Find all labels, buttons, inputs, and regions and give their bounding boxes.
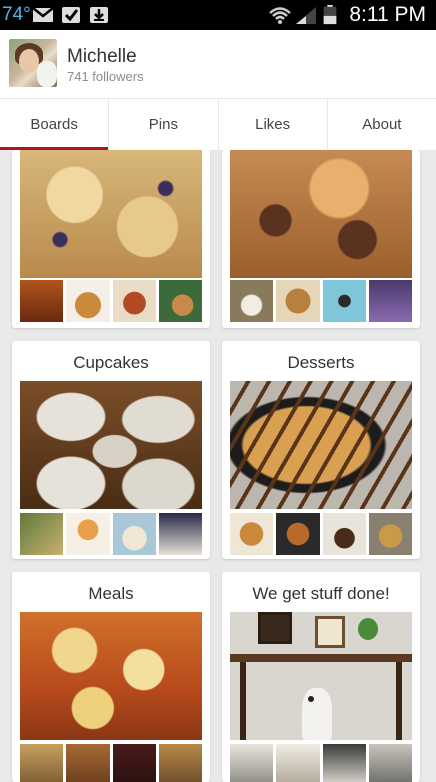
board-thumbnails xyxy=(230,744,412,782)
temperature-label: 74° xyxy=(2,4,31,25)
check-icon xyxy=(62,7,80,23)
board-thumbnail[interactable] xyxy=(112,513,156,555)
board-thumbnails xyxy=(20,744,202,782)
board-thumbnail[interactable] xyxy=(368,744,412,782)
tab-about[interactable]: About xyxy=(328,99,436,150)
board-thumbnail[interactable] xyxy=(66,513,110,555)
board-card-meals[interactable]: Meals xyxy=(12,572,210,782)
board-card[interactable] xyxy=(12,150,210,328)
board-title: We get stuff done! xyxy=(252,584,390,603)
followers-count[interactable]: 741 followers xyxy=(67,69,144,84)
board-card[interactable] xyxy=(222,150,420,328)
board-thumbnail[interactable] xyxy=(66,744,110,782)
board-thumbnails xyxy=(230,513,412,555)
board-thumbnail[interactable] xyxy=(322,744,366,782)
board-thumbnail[interactable] xyxy=(230,744,274,782)
avatar[interactable] xyxy=(9,39,57,87)
board-thumbnail[interactable] xyxy=(66,280,110,322)
board-cover-image[interactable] xyxy=(20,150,202,278)
board-thumbnail[interactable] xyxy=(322,280,366,322)
board-card-cupcakes[interactable]: Cupcakes xyxy=(12,341,210,559)
download-icon xyxy=(90,7,108,23)
board-thumbnail[interactable] xyxy=(158,513,202,555)
profile-tabs: Boards Pins Likes About xyxy=(0,98,436,150)
gmail-icon xyxy=(32,7,54,22)
board-thumbnail[interactable] xyxy=(20,513,64,555)
board-thumbnails xyxy=(20,280,202,322)
clock: 8:11 PM xyxy=(349,3,426,26)
board-thumbnails xyxy=(20,513,202,555)
board-thumbnail[interactable] xyxy=(276,280,320,322)
battery-icon xyxy=(323,5,337,25)
board-thumbnail[interactable] xyxy=(276,744,320,782)
board-card-we-get-stuff-done[interactable]: We get stuff done! xyxy=(222,572,420,782)
board-title: Desserts xyxy=(287,353,355,372)
profile-name: Michelle xyxy=(67,46,137,67)
board-cover-image[interactable] xyxy=(230,150,412,278)
board-thumbnail[interactable] xyxy=(20,280,64,322)
board-thumbnails xyxy=(230,280,412,322)
tab-boards[interactable]: Boards xyxy=(0,99,110,150)
tab-pins[interactable]: Pins xyxy=(109,99,219,150)
board-thumbnail[interactable] xyxy=(158,744,202,782)
board-cover-image[interactable] xyxy=(230,381,412,509)
board-thumbnail[interactable] xyxy=(158,280,202,322)
board-thumbnail[interactable] xyxy=(112,280,156,322)
board-thumbnail[interactable] xyxy=(368,280,412,322)
board-thumbnail[interactable] xyxy=(112,744,156,782)
wifi-icon xyxy=(269,7,291,24)
board-card-desserts[interactable]: Desserts xyxy=(222,341,420,559)
status-bar: 74° 8:11 PM xyxy=(0,0,436,30)
signal-icon xyxy=(296,7,316,24)
board-thumbnail[interactable] xyxy=(230,513,274,555)
board-thumbnail[interactable] xyxy=(276,513,320,555)
board-cover-image[interactable] xyxy=(20,612,202,740)
board-cover-image[interactable] xyxy=(20,381,202,509)
board-thumbnail[interactable] xyxy=(368,513,412,555)
board-title: Cupcakes xyxy=(73,353,149,372)
board-cover-image[interactable] xyxy=(230,612,412,740)
board-thumbnail[interactable] xyxy=(20,744,64,782)
board-thumbnail[interactable] xyxy=(322,513,366,555)
tab-likes[interactable]: Likes xyxy=(219,99,328,150)
board-title: Meals xyxy=(88,584,134,603)
profile-header: Michelle 741 followers xyxy=(0,30,436,98)
board-thumbnail[interactable] xyxy=(230,280,274,322)
